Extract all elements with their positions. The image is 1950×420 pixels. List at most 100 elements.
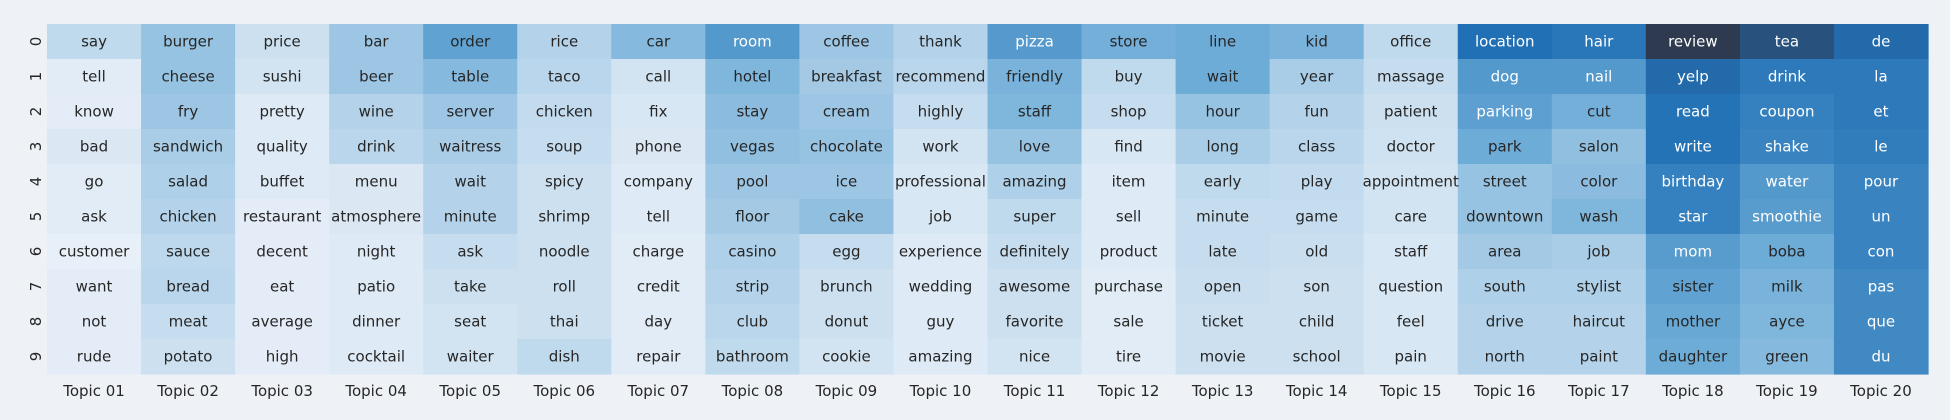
row-tick-label: 5: [27, 212, 45, 222]
cell-word-label: write: [1674, 138, 1712, 156]
cell-word-label: potato: [164, 348, 213, 366]
cell-word-label: cream: [823, 103, 870, 121]
column-tick-label: Topic 05: [438, 382, 501, 400]
row-tick-label: 7: [27, 282, 45, 292]
column-tick-label: Topic 18: [1661, 382, 1724, 400]
cell-word-label: seat: [454, 313, 486, 331]
column-tick-label: Topic 17: [1567, 382, 1630, 400]
cell-word-label: chicken: [536, 103, 593, 121]
cell-word-label: de: [1872, 33, 1891, 51]
cell-word-label: school: [1293, 348, 1341, 366]
cell-word-label: wedding: [909, 278, 973, 296]
cell-word-label: green: [1765, 348, 1808, 366]
cell-word-label: stylist: [1577, 278, 1622, 296]
cell-word-label: hour: [1205, 103, 1240, 121]
cell-word-label: office: [1390, 33, 1431, 51]
row-tick-label: 1: [27, 72, 45, 82]
topic-heatmap: say tell know bad go ask customer want not rude bu…: [27, 24, 1929, 400]
cell-word-label: sauce: [166, 243, 210, 261]
cell-word-label: smoothie: [1752, 208, 1822, 226]
cell-word-label: atmosphere: [331, 208, 421, 226]
cell-word-label: la: [1874, 68, 1887, 86]
cell-word-label: du: [1871, 348, 1890, 366]
cell-word-label: haircut: [1573, 313, 1625, 331]
cell-word-label: buffet: [260, 173, 305, 191]
cell-word-label: north: [1485, 348, 1525, 366]
cell-word-label: mother: [1666, 313, 1721, 331]
cell-word-label: ask: [457, 243, 483, 261]
cell-word-label: salad: [168, 173, 208, 191]
cell-word-label: sister: [1672, 278, 1714, 296]
cell-word-label: dog: [1491, 68, 1519, 86]
cell-word-label: et: [1873, 103, 1888, 121]
cell-word-label: job: [1586, 243, 1610, 261]
cell-word-label: cocktail: [347, 348, 405, 366]
cell-word-label: patio: [357, 278, 395, 296]
column-tick-label: Topic 15: [1379, 382, 1442, 400]
cell-word-label: server: [446, 103, 494, 121]
cell-word-label: boba: [1768, 243, 1805, 261]
cell-word-label: experience: [899, 243, 982, 261]
cell-word-label: night: [357, 243, 396, 261]
cell-word-label: nail: [1585, 68, 1612, 86]
cell-word-label: soup: [546, 138, 582, 156]
cell-word-label: price: [263, 33, 300, 51]
cell-word-label: fix: [649, 103, 667, 121]
cell-word-label: not: [82, 313, 107, 331]
row-tick-label: 3: [27, 142, 45, 152]
column-tick-label: Topic 11: [1003, 382, 1066, 400]
cell-word-label: parking: [1476, 103, 1533, 121]
cell-word-label: minute: [444, 208, 497, 226]
row-tick-label: 8: [27, 317, 45, 327]
cell-word-label: hotel: [733, 68, 771, 86]
cell-word-label: restaurant: [243, 208, 321, 226]
cell-word-label: charge: [633, 243, 685, 261]
cell-word-label: staff: [1394, 243, 1428, 261]
row-tick-label: 2: [27, 107, 45, 117]
cell-word-label: purchase: [1094, 278, 1163, 296]
cell-word-label: child: [1299, 313, 1335, 331]
cell-word-label: cake: [829, 208, 864, 226]
cell-word-label: late: [1208, 243, 1236, 261]
column-tick-label: Topic 10: [909, 382, 972, 400]
cell-word-label: work: [922, 138, 959, 156]
cell-word-label: super: [1013, 208, 1056, 226]
cell-word-label: dish: [549, 348, 580, 366]
cell-word-label: drink: [1768, 68, 1806, 86]
cell-word-label: phone: [635, 138, 682, 156]
cell-word-label: long: [1206, 138, 1238, 156]
column-tick-label: Topic 19: [1755, 382, 1818, 400]
cell-word-label: fun: [1305, 103, 1329, 121]
cell-word-label: friendly: [1006, 68, 1063, 86]
cell-word-label: waiter: [447, 348, 495, 366]
cell-word-label: high: [266, 348, 299, 366]
cell-word-label: tell: [647, 208, 670, 226]
cell-word-label: kid: [1305, 33, 1327, 51]
cell-word-label: salon: [1579, 138, 1619, 156]
cell-word-label: donut: [825, 313, 869, 331]
cell-word-label: shop: [1111, 103, 1147, 121]
cell-word-label: coupon: [1759, 103, 1814, 121]
cell-word-label: play: [1301, 173, 1333, 191]
cell-word-label: south: [1484, 278, 1526, 296]
cell-word-label: sale: [1113, 313, 1143, 331]
cell-word-label: star: [1678, 208, 1708, 226]
cell-word-label: favorite: [1006, 313, 1064, 331]
cell-word-label: repair: [636, 348, 681, 366]
column-tick-label: Topic 06: [532, 382, 595, 400]
cell-word-label: birthday: [1661, 173, 1724, 191]
cell-word-label: tire: [1116, 348, 1141, 366]
column-tick-label: Topic 08: [721, 382, 784, 400]
cell-word-label: tea: [1775, 33, 1799, 51]
cell-word-label: love: [1019, 138, 1050, 156]
cell-word-label: bread: [166, 278, 209, 296]
cell-word-label: wait: [1207, 68, 1239, 86]
column-tick-label: Topic 14: [1285, 382, 1348, 400]
cell-word-label: ticket: [1202, 313, 1244, 331]
cell-word-label: eat: [270, 278, 294, 296]
cell-word-label: son: [1303, 278, 1330, 296]
cell-word-label: line: [1209, 33, 1236, 51]
cell-word-label: item: [1112, 173, 1146, 191]
cell-word-label: rude: [77, 348, 111, 366]
cell-word-label: chocolate: [810, 138, 883, 156]
